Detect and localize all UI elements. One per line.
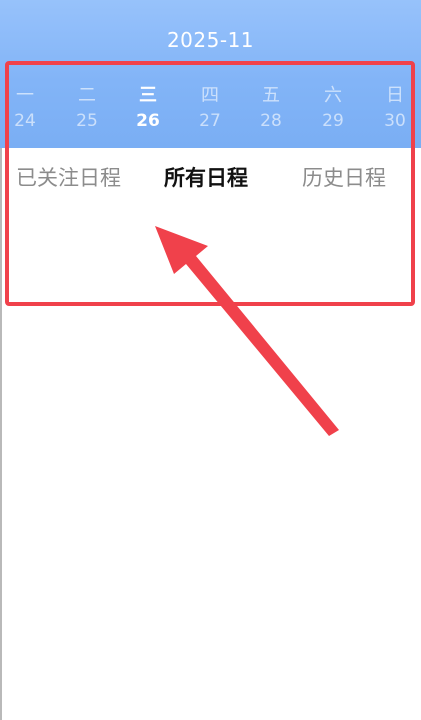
date-label: 25 <box>76 111 98 131</box>
weekday-label: 二 <box>78 85 96 106</box>
tab-history-schedules[interactable]: 历史日程 <box>302 162 386 192</box>
date-label: 24 <box>14 111 36 131</box>
day-fri[interactable]: 五 28 <box>249 84 293 134</box>
tab-followed-schedules[interactable]: 已关注日程 <box>16 162 121 192</box>
day-sat[interactable]: 六 29 <box>311 84 355 134</box>
day-thu[interactable]: 四 27 <box>188 84 232 134</box>
date-label: 30 <box>384 111 406 131</box>
weekday-label: 日 <box>386 85 404 106</box>
month-title[interactable]: 2025-11 <box>0 28 421 52</box>
day-mon[interactable]: 一 24 <box>3 84 47 134</box>
tab-all-schedules[interactable]: 所有日程 <box>164 162 248 192</box>
weekday-label: 三 <box>139 85 157 106</box>
calendar-header: 2025-11 一 24 二 25 三 26 四 27 五 28 六 29 日 … <box>0 0 421 148</box>
weekday-label: 五 <box>262 85 280 106</box>
weekday-label: 一 <box>16 85 34 106</box>
day-wed-selected[interactable]: 三 26 <box>126 84 170 134</box>
date-label: 26 <box>136 111 160 131</box>
weekday-label: 六 <box>324 85 342 106</box>
schedule-tabs: 已关注日程 所有日程 历史日程 <box>0 148 421 204</box>
date-label: 27 <box>199 111 221 131</box>
day-sun[interactable]: 日 30 <box>373 84 417 134</box>
date-label: 28 <box>260 111 282 131</box>
arrow-shape <box>155 226 339 436</box>
date-label: 29 <box>322 111 344 131</box>
weekday-label: 四 <box>201 85 219 106</box>
day-tue[interactable]: 二 25 <box>65 84 109 134</box>
